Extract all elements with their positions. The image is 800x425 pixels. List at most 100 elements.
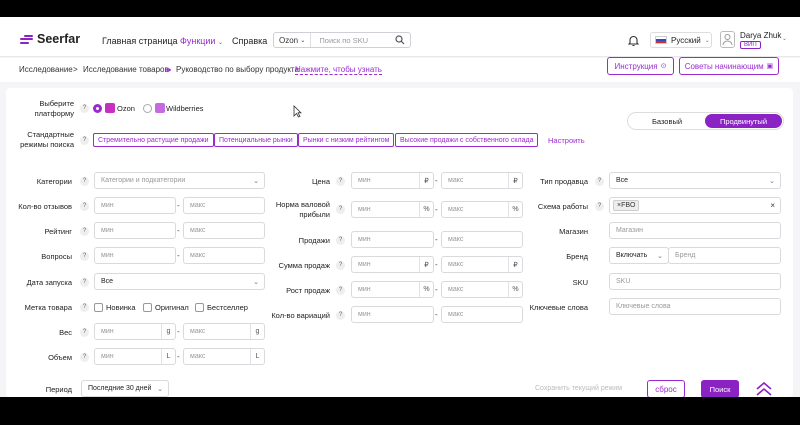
help-icon[interactable]: ? (336, 236, 345, 245)
mark-original-label: Оригинал (155, 303, 189, 312)
variants-max-input[interactable]: макс (441, 306, 523, 323)
help-icon[interactable]: ? (336, 177, 345, 186)
logo[interactable]: Seerfar (20, 32, 80, 46)
sales-max-input[interactable]: макс (441, 231, 523, 248)
sales-min-input[interactable]: мин (351, 231, 434, 248)
brand-input[interactable]: Бренд (668, 247, 781, 264)
help-icon[interactable]: ? (80, 328, 89, 337)
chevron-down-icon[interactable]: ⌄ (782, 35, 787, 42)
wb-logo-icon (155, 103, 165, 113)
volume-max-input[interactable]: макс L (183, 348, 265, 365)
search-input[interactable]: Поиск по SKU (311, 36, 395, 45)
tips-button[interactable]: Советы начинающим ▣ (679, 57, 779, 75)
help-icon[interactable]: ? (80, 227, 89, 236)
help-icon[interactable]: ? (336, 261, 345, 270)
margin-min-input[interactable]: мин% (351, 201, 434, 218)
help-icon[interactable]: ? (336, 311, 345, 320)
reviews-min-input[interactable]: мин (94, 197, 176, 214)
sku-input[interactable]: SKU (609, 273, 781, 290)
rating-min-input[interactable]: мин (94, 222, 176, 239)
variants-min-input[interactable]: мин (351, 306, 434, 323)
clear-icon[interactable]: × (770, 201, 775, 210)
sku-search[interactable]: Ozon ⌄ Поиск по SKU (273, 32, 411, 48)
help-icon[interactable]: ? (336, 205, 345, 214)
mode-basic[interactable]: Базовый (630, 114, 704, 128)
platform-ozon-label: Ozon (117, 104, 135, 113)
rating-label: Рейтинг (44, 227, 72, 236)
help-icon[interactable]: ? (80, 252, 89, 261)
weight-max-input[interactable]: макс g (183, 323, 265, 340)
help-icon[interactable]: ? (80, 278, 89, 287)
mark-new-checkbox[interactable] (94, 303, 103, 312)
search-button[interactable]: Поиск (701, 380, 739, 397)
help-icon[interactable]: ? (595, 177, 604, 186)
rating-max-input[interactable]: макс (183, 222, 265, 239)
chevron-down-icon: ⌄ (157, 386, 163, 393)
product-mark-label: Метка товара (24, 303, 72, 312)
help-icon[interactable]: ? (80, 202, 89, 211)
scheme-select[interactable]: × FBO × (609, 197, 781, 214)
seller-type-label: Тип продавца (540, 177, 588, 186)
keywords-input[interactable]: Ключевые слова (609, 298, 781, 315)
growth-min-input[interactable]: мин% (351, 281, 434, 298)
help-icon[interactable]: ? (80, 177, 89, 186)
presets-label: Стандартные режимы поиска (20, 130, 74, 149)
margin-max-input[interactable]: макс% (441, 201, 523, 218)
help-icon[interactable]: ? (80, 104, 89, 113)
preset-fast-growth[interactable]: Стремительно растущие продажи (93, 133, 214, 147)
breadcrumb-research[interactable]: Исследование (19, 65, 73, 74)
reset-button[interactable]: сброс (647, 380, 685, 397)
help-icon[interactable]: ? (595, 202, 604, 211)
mode-toggle[interactable]: Базовый Продвинутый (627, 112, 784, 130)
sales-sum-min-input[interactable]: мин ₽ (351, 256, 434, 273)
preset-own-warehouse[interactable]: Высокие продажи с собственного склада (395, 133, 539, 147)
mark-bestseller-checkbox[interactable] (195, 303, 204, 312)
store-input[interactable]: Магазин (609, 222, 781, 239)
guide-link[interactable]: Нажмите, чтобы узнать (295, 65, 382, 75)
help-icon[interactable]: ? (80, 136, 89, 145)
mode-advanced[interactable]: Продвинутый (705, 114, 782, 128)
mouse-cursor-icon (293, 105, 302, 118)
avatar[interactable] (720, 31, 735, 48)
save-mode-link[interactable]: Сохранить текущий режим (535, 385, 622, 392)
search-icon[interactable] (395, 35, 405, 45)
sales-sum-max-input[interactable]: макс ₽ (441, 256, 523, 273)
weight-min-input[interactable]: мин g (94, 323, 176, 340)
preset-low-rating[interactable]: Рынки с низким рейтингом (298, 133, 395, 147)
preset-potential-markets[interactable]: Потенциальные рынки (214, 133, 298, 147)
period-select[interactable]: Последние 30 дней ⌄ (81, 380, 169, 397)
nav-help[interactable]: Справка (232, 36, 267, 46)
scroll-to-top-icon[interactable] (756, 382, 772, 396)
chevron-down-icon: ⌄ (657, 253, 663, 260)
help-icon[interactable]: ? (80, 353, 89, 362)
questions-min-input[interactable]: мин (94, 247, 176, 264)
instruction-button[interactable]: Инструкция ⊙ (607, 57, 674, 75)
configure-presets-link[interactable]: Настроить (548, 136, 585, 145)
price-label: Цена (311, 177, 330, 186)
search-platform-select[interactable]: Ozon ⌄ (274, 33, 312, 47)
questions-label: Вопросы (41, 252, 72, 261)
launch-date-select[interactable]: Все ⌄ (94, 273, 265, 290)
help-icon[interactable]: ? (336, 286, 345, 295)
scheme-tag[interactable]: × FBO (613, 200, 640, 211)
brand-mode-select[interactable]: Включать ⌄ (609, 247, 669, 264)
seller-type-select[interactable]: Все ⌄ (609, 172, 781, 189)
category-select[interactable]: Категории и подкатегории ⌄ (94, 172, 265, 189)
language-select[interactable]: Русский ⌄ (650, 32, 712, 48)
mark-original-checkbox[interactable] (143, 303, 152, 312)
keywords-label: Ключевые слова (529, 303, 588, 312)
reviews-max-input[interactable]: макс (183, 197, 265, 214)
volume-min-input[interactable]: мин L (94, 348, 176, 365)
bell-icon[interactable] (628, 35, 639, 47)
sales-growth-label: Рост продаж (286, 286, 330, 295)
nav-functions[interactable]: Функции ⌄ (180, 36, 223, 46)
help-icon[interactable]: ? (80, 303, 89, 312)
nav-home[interactable]: Главная страница (102, 36, 178, 46)
price-min-input[interactable]: мин ₽ (351, 172, 434, 189)
questions-max-input[interactable]: макс (183, 247, 265, 264)
platform-ozon-radio[interactable] (93, 104, 102, 113)
play-icon: ⊙ (660, 63, 667, 70)
platform-wb-radio[interactable] (143, 104, 152, 113)
growth-max-input[interactable]: макс% (441, 281, 523, 298)
price-max-input[interactable]: макс ₽ (441, 172, 523, 189)
